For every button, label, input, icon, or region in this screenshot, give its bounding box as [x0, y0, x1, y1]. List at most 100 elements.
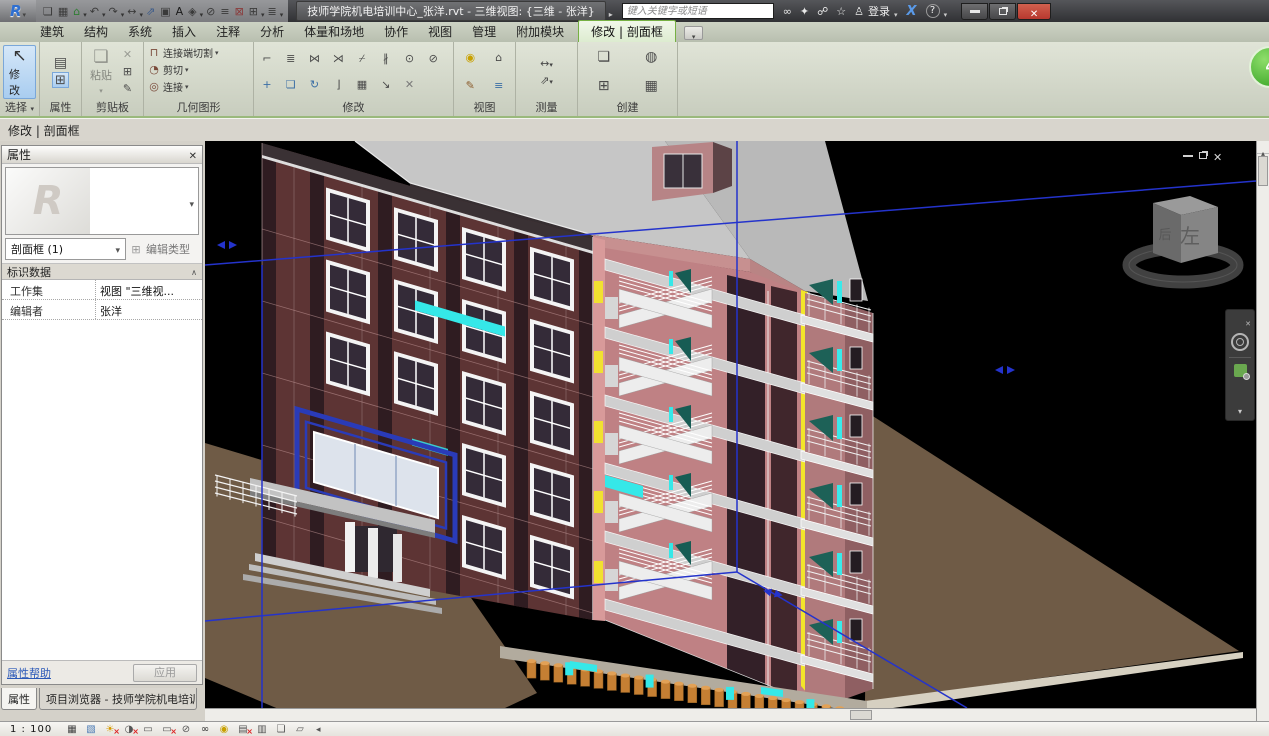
reveal-hidden-elements-icon[interactable]: ◉ — [216, 723, 232, 736]
ribbon-tab-7[interactable]: 协作 — [374, 21, 418, 42]
zoom-icon[interactable] — [1234, 364, 1247, 377]
close-icon[interactable] — [189, 148, 197, 162]
panel-label-clipboard[interactable]: 剪贴板 — [82, 101, 143, 116]
create-similar-icon[interactable]: ◍ — [643, 49, 660, 65]
modify-button[interactable]: ↖ 修改 — [3, 45, 36, 99]
sign-in-icon[interactable]: ♙ — [851, 5, 867, 18]
sign-in-label[interactable]: 登录 — [868, 3, 890, 19]
detail-level-icon[interactable]: ▦ — [64, 723, 80, 736]
collapse-icons-arrow[interactable] — [312, 724, 321, 735]
panel-label-geometry[interactable]: 几何图形 — [144, 101, 253, 116]
mirror-pick-axis-icon[interactable]: ⋈ — [306, 51, 323, 67]
properties-palette-icon[interactable]: ▤ — [52, 55, 69, 71]
align-icon[interactable]: ⌐ — [259, 51, 276, 67]
ribbon-tab-9[interactable]: 管理 — [462, 21, 506, 42]
temporary-hide-isolate-icon[interactable]: ∞ — [197, 723, 213, 736]
help-icon[interactable]: ? — [926, 4, 940, 18]
ribbon-tab-2[interactable]: 系统 — [118, 21, 162, 42]
tab-properties[interactable]: 属性 — [1, 688, 37, 710]
properties-help-link[interactable]: 属性帮助 — [7, 665, 51, 681]
join-geometry-button[interactable]: ◎ 连接 — [147, 78, 189, 95]
scroll-up-icon[interactable] — [1257, 141, 1269, 154]
identity-data-header[interactable]: 标识数据 — [2, 263, 202, 280]
panel-label-create[interactable]: 创建 — [578, 101, 677, 116]
view-restore-icon[interactable] — [1199, 152, 1207, 159]
rotate-icon[interactable]: ↻ — [306, 77, 323, 93]
minimize-button[interactable] — [961, 3, 988, 20]
mirror-draw-axis-icon[interactable]: ⋊ — [330, 51, 347, 67]
scale-icon[interactable]: ↘ — [377, 77, 394, 93]
cope-button[interactable]: ⊓ 连接端切割 — [147, 44, 219, 61]
create-parts-icon[interactable]: ❏ — [595, 49, 612, 65]
ribbon-minimize-button[interactable] — [684, 26, 704, 40]
measure-between-refs-icon[interactable]: ↔ — [538, 55, 555, 71]
switch-windows-icon[interactable]: ⊞ — [247, 2, 260, 20]
3d-view-canvas[interactable]: 左 后 — [205, 141, 1256, 708]
move-icon[interactable]: + — [259, 77, 276, 93]
temporary-view-properties-icon[interactable]: ▥ — [254, 723, 270, 736]
cut-geometry-button[interactable]: ◔ 剪切 — [147, 61, 189, 78]
type-properties-icon[interactable]: ⊞ — [52, 72, 69, 88]
undo-icon[interactable]: ↶ — [88, 2, 101, 20]
horizontal-scrollbar[interactable] — [205, 708, 1256, 721]
chevron-down-icon[interactable] — [280, 2, 284, 21]
communication-center-icon[interactable]: ☍ — [814, 5, 831, 18]
redo-icon[interactable]: ↷ — [107, 2, 120, 20]
copy-icon[interactable]: ❏ — [282, 77, 299, 93]
search-icon[interactable]: ∞ — [780, 5, 795, 18]
ribbon-tab-6[interactable]: 体量和场地 — [294, 21, 374, 42]
chevron-down-icon[interactable] — [1238, 399, 1242, 418]
create-assembly-icon[interactable]: ⊞ — [595, 78, 612, 94]
locked-3d-view-icon[interactable]: ⊘ — [178, 723, 194, 736]
panel-label-measure[interactable]: 测量 — [516, 101, 577, 116]
crop-view-icon[interactable]: ▭ — [140, 723, 156, 736]
synchronize-icon[interactable]: ⌂ — [71, 2, 82, 20]
contextual-tab-modify-section-box[interactable]: 修改 | 剖面框 — [578, 20, 676, 42]
collapse-icon[interactable] — [191, 265, 197, 278]
measure-along-element-icon[interactable]: ⇗ — [538, 72, 555, 88]
tag-by-category-icon[interactable]: ▣ — [158, 2, 172, 20]
chevron-down-icon[interactable] — [83, 2, 87, 21]
restore-button[interactable] — [989, 3, 1016, 20]
ribbon-tab-8[interactable]: 视图 — [418, 21, 462, 42]
crop-region-visibility-icon[interactable]: ▭× — [159, 723, 175, 736]
shadows-icon[interactable]: ◑× — [121, 723, 137, 736]
linework-icon[interactable]: ✎ — [462, 78, 479, 94]
chevron-down-icon[interactable] — [261, 2, 265, 21]
chevron-down-icon[interactable] — [940, 2, 952, 21]
navigation-bar[interactable] — [1225, 309, 1255, 421]
type-selector-dropdown[interactable]: 剖面框 (1) — [5, 238, 126, 260]
edit-type-button[interactable]: ⊞ 编辑类型 — [129, 238, 199, 260]
visual-style-icon[interactable]: ▧ — [83, 723, 99, 736]
ribbon-tab-10[interactable]: 附加模块 — [506, 21, 574, 42]
default-3d-view-icon[interactable]: ◈ — [186, 2, 198, 20]
split-element-icon[interactable]: ⌿ — [354, 51, 371, 67]
section-icon[interactable]: ⊘ — [204, 2, 217, 20]
delete-icon[interactable]: ✕ — [401, 77, 418, 93]
apply-button[interactable]: 应用 — [133, 664, 197, 682]
measure-icon[interactable]: ↔ — [125, 2, 138, 20]
render-icon[interactable]: ⌂ — [490, 49, 507, 65]
paste-button[interactable]: ❏ 粘贴 — [85, 45, 117, 99]
ribbon-tab-5[interactable]: 分析 — [250, 21, 294, 42]
view-scale[interactable]: 1 : 100 — [10, 724, 60, 735]
create-group-icon[interactable]: ▦ — [643, 78, 660, 94]
type-selector-preview[interactable]: R — [5, 167, 199, 235]
property-value[interactable]: 视图 "三维视... — [96, 280, 202, 299]
close-inactive-windows-icon[interactable]: ⊠ — [233, 2, 246, 20]
subscription-center-icon[interactable]: ✦ — [797, 5, 812, 18]
close-button[interactable] — [1017, 3, 1051, 20]
unpin-icon[interactable]: ⊘ — [425, 51, 442, 67]
application-menu-button[interactable]: R — [0, 0, 36, 22]
chevron-down-icon[interactable] — [102, 2, 106, 21]
vertical-scrollbar[interactable] — [1256, 141, 1269, 721]
drawing-area[interactable]: 左 后 — [205, 141, 1256, 708]
copy-to-clipboard-icon[interactable]: ⊞ — [119, 64, 136, 80]
cut-icon[interactable]: ✕ — [119, 47, 136, 63]
trim-extend-icon[interactable]: ⌋ — [330, 77, 347, 93]
displacement-sets-icon[interactable]: ❏ — [273, 723, 289, 736]
open-icon[interactable]: ❏ — [41, 2, 55, 20]
panel-label-properties[interactable]: 属性 — [40, 101, 81, 116]
scrollbar-thumb[interactable] — [850, 710, 872, 720]
view-close-icon[interactable] — [1213, 146, 1222, 165]
